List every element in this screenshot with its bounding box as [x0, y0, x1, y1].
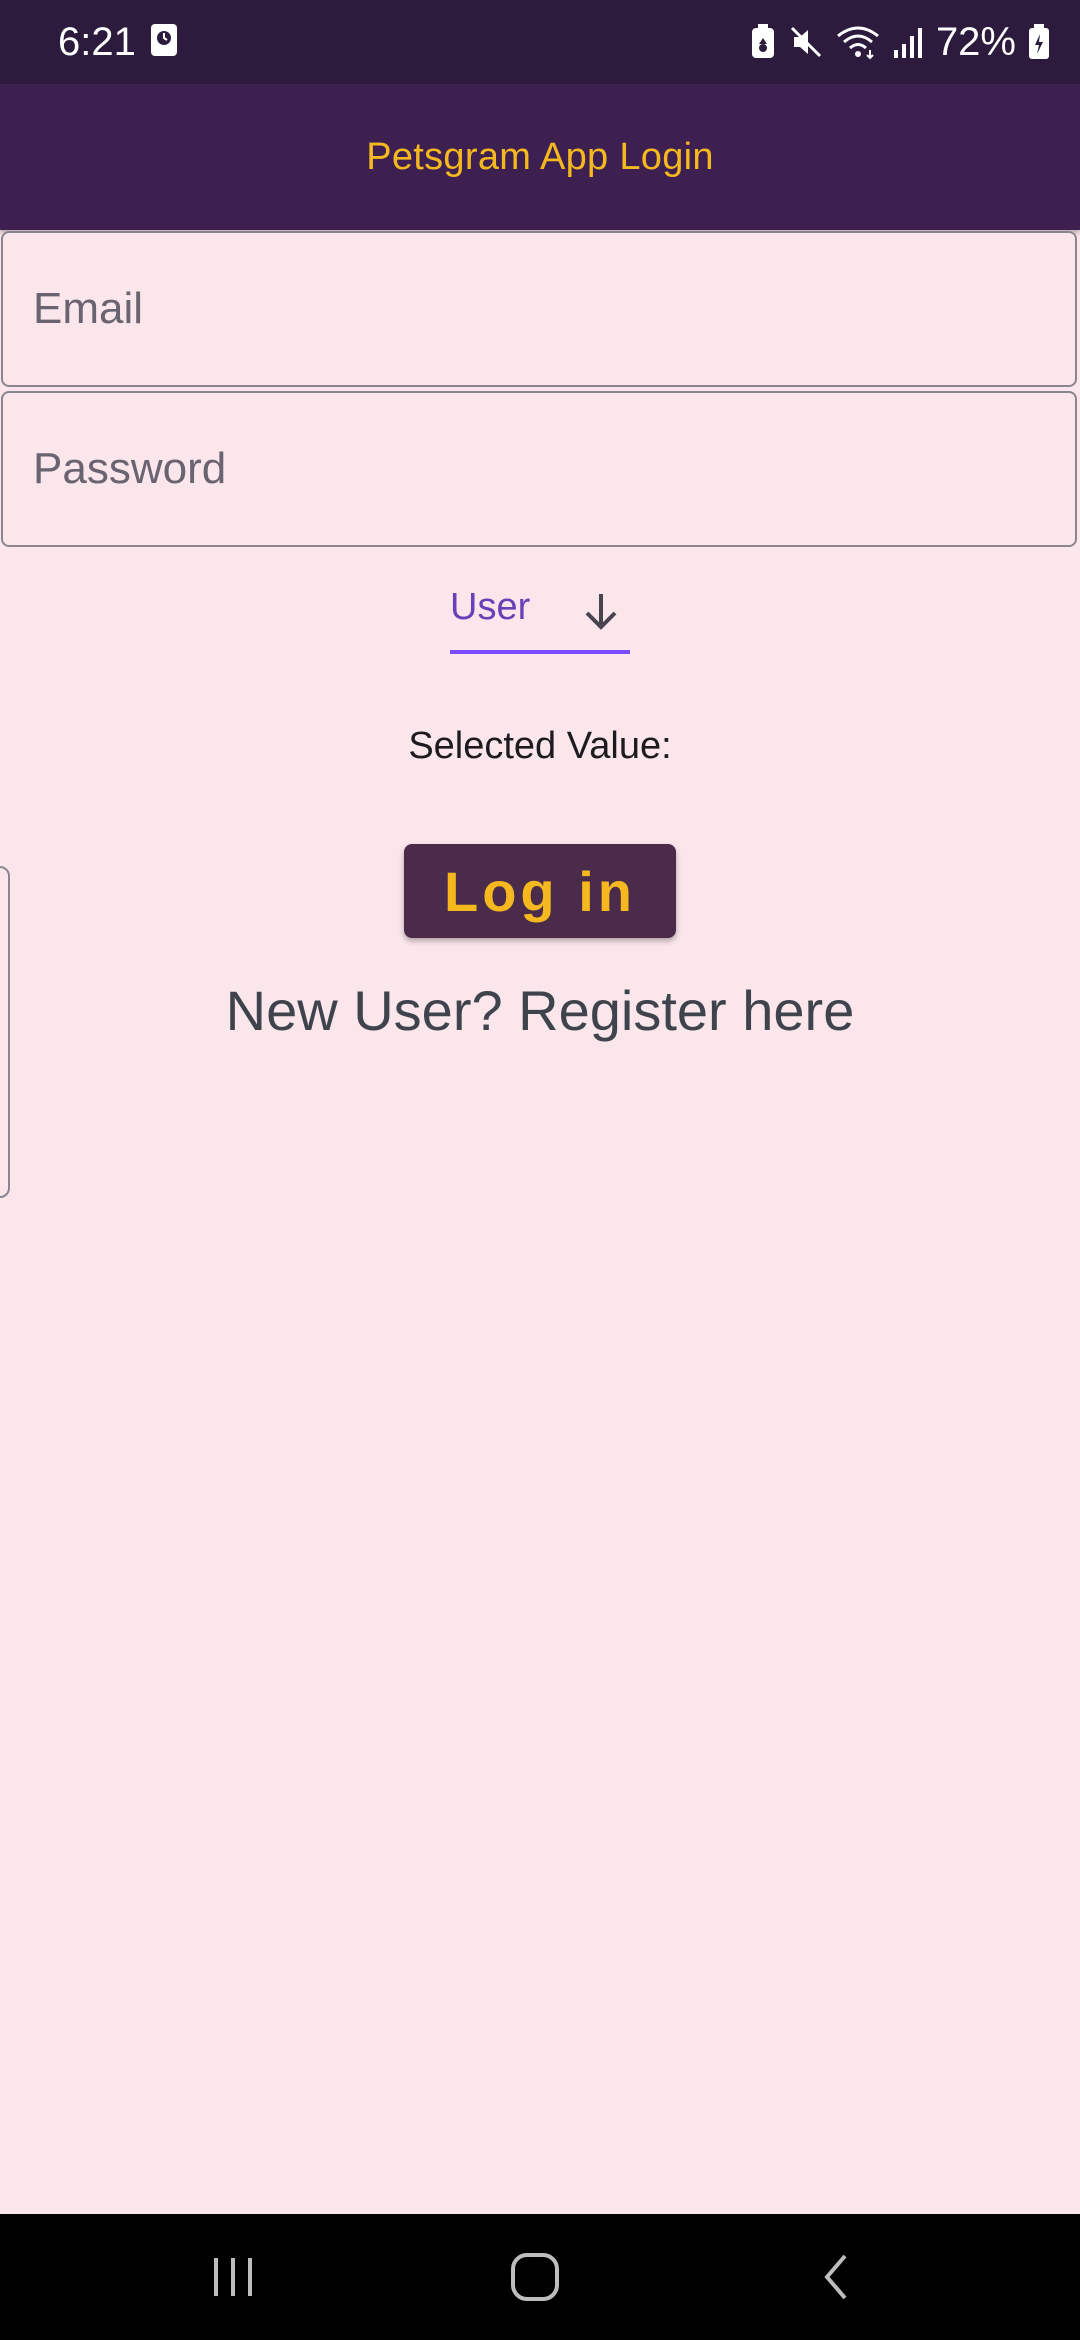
password-field[interactable]: [33, 393, 1043, 545]
wifi-icon: [837, 26, 879, 60]
home-icon: [511, 2253, 559, 2301]
edge-panel-handle[interactable]: [0, 866, 10, 1198]
navigation-bar: [0, 2214, 1080, 2340]
recent-apps-icon: [214, 2258, 252, 2296]
back-icon: [824, 2254, 847, 2300]
battery-percent: 72%: [935, 20, 1016, 64]
password-field-container[interactable]: [1, 391, 1077, 547]
selected-value-text: Selected Value:: [0, 725, 1080, 768]
signal-icon: [893, 28, 922, 58]
email-field-container[interactable]: [1, 231, 1077, 387]
battery-icon: [1029, 24, 1049, 59]
dropdown-selected-value: User: [450, 586, 531, 628]
login-button-label: Log in: [444, 859, 636, 923]
mute-icon: [790, 26, 821, 58]
app-bar: Petsgram App Login: [0, 84, 1080, 230]
status-time: 6:21: [58, 20, 136, 64]
app-title: Petsgram App Login: [366, 135, 714, 178]
arrow-down-icon: [585, 594, 617, 630]
media-icon: [151, 24, 177, 56]
status-bar: 6:21 72%: [0, 0, 1080, 84]
status-icons: 72%: [750, 18, 1050, 66]
selected-value-label: Selected Value:: [408, 725, 672, 767]
home-button[interactable]: [495, 2242, 575, 2312]
login-button[interactable]: Log in: [404, 844, 676, 938]
role-dropdown[interactable]: User: [450, 578, 630, 654]
login-screen: 6:21 72% Petsgram App Login Email User S…: [0, 0, 1080, 2340]
email-field[interactable]: [33, 233, 1043, 385]
battery-saver-icon: [751, 24, 774, 58]
back-button[interactable]: [797, 2242, 877, 2312]
recent-apps-button[interactable]: [193, 2242, 273, 2312]
register-link[interactable]: New User? Register here: [0, 978, 1080, 1043]
